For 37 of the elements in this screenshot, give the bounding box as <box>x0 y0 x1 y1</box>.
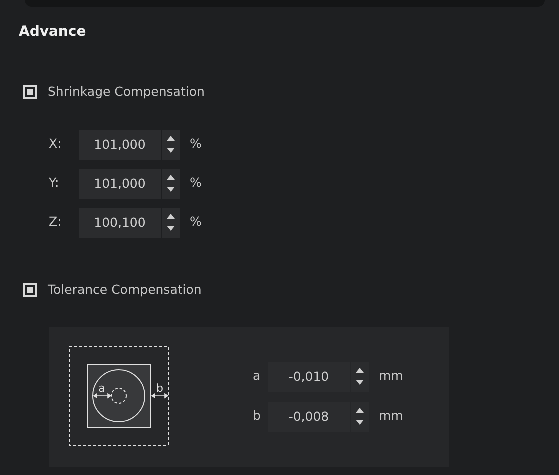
section-title: Advance <box>19 24 88 41</box>
unit-label: % <box>190 135 202 154</box>
diagram-label: a <box>98 382 106 395</box>
down-arrow-icon <box>356 380 364 385</box>
spin-button[interactable] <box>351 402 369 432</box>
number-field[interactable]: -0,010 <box>268 362 350 392</box>
number-field[interactable]: 101,000 <box>79 168 161 199</box>
unit-label: % <box>190 213 202 232</box>
field-label: X: <box>49 135 63 154</box>
up-arrow-icon <box>167 136 175 142</box>
field-label: b <box>253 407 262 426</box>
field-label: Z: <box>49 213 63 232</box>
up-arrow-icon <box>167 175 175 180</box>
unit-label: mm <box>379 407 404 426</box>
checkbox[interactable] <box>23 85 37 100</box>
checkbox-label: Shrinkage Compensation <box>48 83 205 101</box>
unit-label: % <box>190 174 202 192</box>
number-field[interactable]: 100,100 <box>79 208 161 238</box>
spin-button[interactable] <box>162 208 180 238</box>
spin-button[interactable] <box>351 362 369 392</box>
checkbox-label: Tolerance Compensation <box>48 280 202 299</box>
down-arrow-icon <box>356 420 364 425</box>
down-arrow-icon <box>167 148 175 154</box>
down-arrow-icon <box>167 226 175 232</box>
diagram-label: b <box>156 382 164 395</box>
down-arrow-icon <box>167 187 175 192</box>
unit-label: mm <box>379 367 404 386</box>
number-field[interactable]: 101,000 <box>79 130 161 160</box>
up-arrow-icon <box>356 368 364 373</box>
number-field[interactable]: -0,008 <box>268 402 350 432</box>
up-arrow-icon <box>167 214 175 220</box>
spin-button[interactable] <box>162 130 180 160</box>
field-label: a <box>253 367 262 386</box>
up-arrow-icon <box>356 408 364 413</box>
field-label: Y: <box>49 174 60 192</box>
checkbox[interactable] <box>23 283 37 298</box>
spin-button[interactable] <box>162 168 180 199</box>
